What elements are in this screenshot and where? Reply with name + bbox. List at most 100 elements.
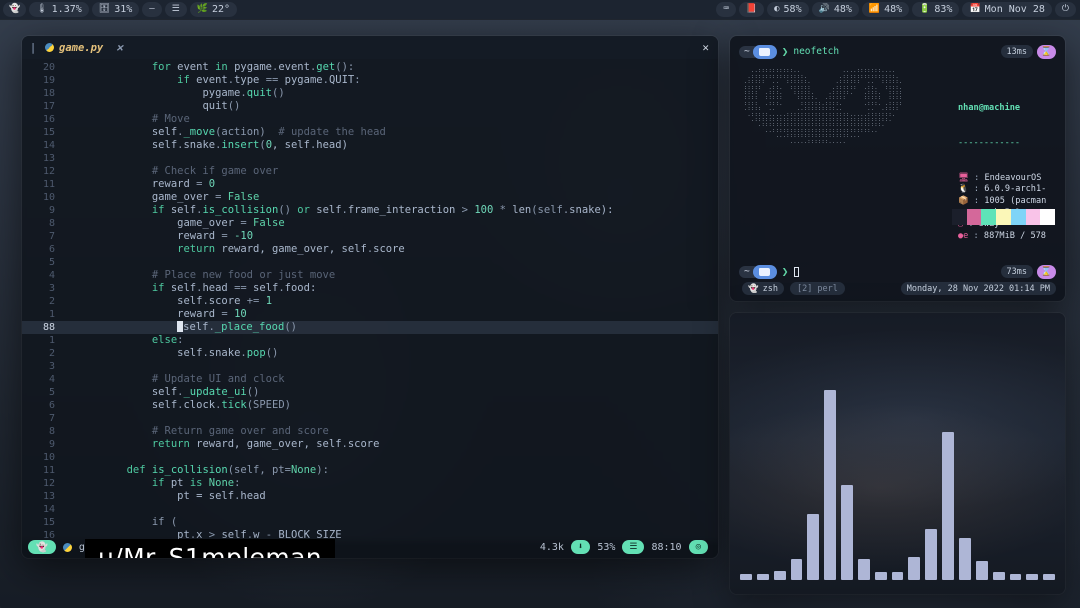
keyboard[interactable]: ⌨ (716, 2, 736, 17)
code-text: game_over = False (64, 191, 718, 204)
tab-game-py[interactable]: game.py ✕ (38, 36, 130, 59)
code-token: snake (208, 347, 241, 359)
line-number: 4 (48, 270, 55, 281)
editor-code-area[interactable]: 20 for event in pygame.event.get(): 19 if… (22, 59, 718, 558)
code-line[interactable]: 8 game_over = False (22, 217, 718, 230)
code-line[interactable]: 4 # Place new food or just move (22, 269, 718, 282)
neofetch-row: 🐧 : 6.0.9-arch1- (958, 184, 1046, 196)
battery[interactable]: 🔋 83% (912, 2, 960, 17)
code-text (64, 503, 718, 516)
line-number: 16 (42, 114, 55, 125)
code-line[interactable]: 2 self.score += 1 (22, 295, 718, 308)
code-line[interactable]: 3 if self.head == self.food: (22, 282, 718, 295)
code-line[interactable]: 2 self.snake.pop() (22, 347, 718, 360)
line-number: 15 (42, 127, 55, 138)
line-number: 6 (48, 400, 55, 411)
record[interactable]: 📕 (738, 2, 765, 17)
code-line[interactable]: 14 (22, 503, 718, 516)
ghost-icon: 👻 (36, 541, 48, 553)
layout-stack[interactable]: ☰ (164, 2, 187, 17)
code-line[interactable]: 1 else: (22, 334, 718, 347)
code-line[interactable]: 11 reward = 0 (22, 178, 718, 191)
status-bar-right: ⌨ 📕 ◐ 58% 🔊 48% 📶 48% 🔋 83% 📅 Mon Nov 28 ⏻ (716, 2, 1080, 17)
workspace-ghost[interactable]: 👻 (3, 2, 27, 17)
power[interactable]: ⏻ (1054, 2, 1076, 17)
code-line[interactable]: 15 self._move(action) # update the head (22, 126, 718, 139)
visualizer-bar (824, 390, 837, 580)
code-line[interactable]: 12 # Check if game over (22, 165, 718, 178)
code-token: _update_ui (183, 386, 247, 398)
code-line[interactable]: 18 pygame.quit() (22, 87, 718, 100)
wifi[interactable]: 📶 48% (861, 2, 910, 17)
code-line[interactable]: 6 self.clock.tick(SPEED) (22, 399, 718, 412)
line-number: 2 (48, 296, 55, 307)
code-text: self.clock.tick(SPEED) (64, 399, 718, 412)
code-line[interactable]: 14 self.snake.insert(0, self.head) (22, 139, 718, 152)
code-line[interactable]: 8 # Return game over and score (22, 425, 718, 438)
weather[interactable]: 🌿 22° (189, 2, 238, 17)
window-close-icon[interactable]: ✕ (702, 41, 709, 54)
volume[interactable]: 🔊 48% (811, 2, 859, 17)
code-line[interactable]: 15 if ( (22, 516, 718, 529)
code-line[interactable]: 12 if pt is None: (22, 477, 718, 490)
code-line[interactable]: 19 if event.type == pygame.QUIT: (22, 74, 718, 87)
visualizer-bar (790, 559, 803, 580)
code-line[interactable]: 9 if self.is_collision() or self.frame_i… (22, 204, 718, 217)
terminal-window[interactable]: ~ ❯ neofetch 13ms ⌛ ..::::::::::.. ....:… (730, 36, 1065, 301)
layout-toggle[interactable]: — (142, 2, 162, 17)
code-line[interactable]: 13 pt = self.head (22, 490, 718, 503)
code-line[interactable]: 10 (22, 451, 718, 464)
code-line[interactable]: 5 (22, 256, 718, 269)
code-line[interactable]: 20 for event in pygame.event.get(): (22, 61, 718, 74)
code-line[interactable]: 13 (22, 152, 718, 165)
code-token: () (278, 204, 298, 216)
code-token: frame_interaction (347, 204, 462, 216)
code-line[interactable]: 16 # Move (22, 113, 718, 126)
code-line[interactable]: 10 game_over = False (22, 191, 718, 204)
code-line[interactable]: 6 return reward, game_over, self.score (22, 243, 718, 256)
code-line[interactable]: 3 (22, 360, 718, 373)
code-line[interactable]: 9 return reward, game_over, self.score (22, 438, 718, 451)
code-line[interactable]: 7 reward = -10 (22, 230, 718, 243)
code-token: def (126, 464, 146, 476)
clock[interactable]: 📅 Mon Nov 28 (962, 2, 1052, 17)
code-line[interactable]: 11 def is_collision(self, pt=None): (22, 464, 718, 477)
keyboard-icon: ⌨ (723, 4, 729, 14)
code-line[interactable]: 5 self._update_ui() (22, 386, 718, 399)
code-line[interactable]: 7 (22, 412, 718, 425)
code-text: return reward, game_over, self.score (64, 243, 718, 256)
code-token: self (151, 386, 178, 398)
code-token: # update the head (265, 126, 386, 138)
power-icon: ⏻ (1061, 4, 1069, 14)
lines-icon: ☰ (622, 540, 645, 554)
code-token: == (265, 74, 279, 86)
brightness[interactable]: ◐ 58% (767, 2, 809, 17)
cpu-temp[interactable]: 🌡 1.37% (29, 2, 89, 17)
battery-label: 83% (934, 4, 953, 15)
command-duration-1: 13ms (1000, 45, 1033, 58)
code-line[interactable]: 17 quit() (22, 100, 718, 113)
code-token: head (240, 490, 266, 502)
clock-icon: 📅 (969, 4, 981, 14)
palette-swatch (966, 209, 982, 225)
neofetch-row-icon: 🖥 (958, 172, 975, 183)
visualizer-bar (807, 513, 820, 580)
memory[interactable]: 🗄 31% (91, 2, 140, 17)
code-line[interactable]: 1 reward = 10 (22, 308, 718, 321)
editor-status-right: 4.3k ⬇ 53% ☰ 88:10 ◎ (540, 540, 708, 554)
code-token: pygame (278, 74, 323, 86)
tab-close-icon[interactable]: ✕ (116, 41, 123, 54)
code-line[interactable]: 4 # Update UI and clock (22, 373, 718, 386)
code-text: if self.head == self.food: (64, 282, 718, 295)
visualizer-bar-chart (740, 380, 1056, 580)
code-line[interactable]: 88 self._place_food() (22, 321, 718, 334)
code-token: type (234, 74, 266, 86)
